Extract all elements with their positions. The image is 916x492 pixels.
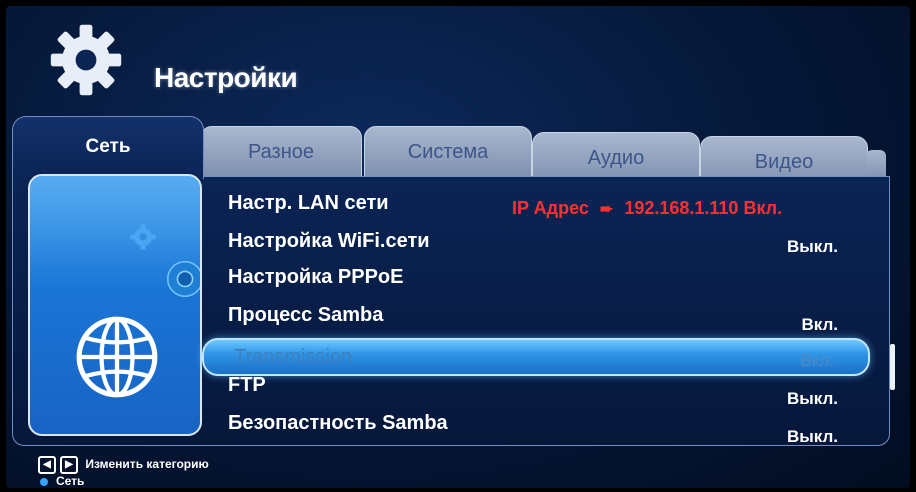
footer-current: Сеть xyxy=(40,474,84,488)
menu-item-label: FTP xyxy=(228,374,266,396)
globe-icon xyxy=(76,316,158,398)
menu-item-label: Настройка PPPoE xyxy=(228,266,404,288)
scrollbar[interactable] xyxy=(890,344,895,390)
menu-item-value: Выкл. xyxy=(786,427,838,446)
tab-network[interactable]: Сеть xyxy=(12,116,204,179)
footer-hint: ◀ ▶ Изменить категорию xyxy=(38,456,209,474)
tab-label: Видео xyxy=(754,151,814,173)
arrow-left-key-icon: ◀ xyxy=(38,456,56,474)
tab-misc[interactable]: Разное xyxy=(200,126,362,178)
footer-current-text: Сеть xyxy=(56,474,85,488)
tab-label: Разное xyxy=(247,141,315,163)
menu-item-value: Выкл. xyxy=(786,237,838,256)
menu-item-value: Вкл. xyxy=(801,315,838,334)
small-gear-icon xyxy=(130,224,156,250)
menu-item-label: Процесс Samba xyxy=(228,304,384,326)
menu-item-label: Transmission xyxy=(234,346,353,368)
tab-system[interactable]: Система xyxy=(364,126,532,178)
footer-hint-text: Изменить категорию xyxy=(85,457,209,472)
menu-item-ftp[interactable]: FTP Выкл. xyxy=(228,368,868,408)
gear-icon xyxy=(166,260,200,298)
menu-item-label: Безопастность Samba xyxy=(228,412,448,434)
menu-item-samba-process[interactable]: Процесс Samba Вкл. xyxy=(228,298,868,334)
menu-item-label: Настр. LAN сети xyxy=(228,192,389,214)
tab-label: Сеть xyxy=(85,136,131,157)
tab-label: Система xyxy=(407,141,489,163)
menu-item-wifi[interactable]: Настройка WiFi.сети Выкл. xyxy=(228,224,868,258)
menu-item-pppoe[interactable]: Настройка PPPoE xyxy=(228,260,868,294)
arrow-right-key-icon: ▶ xyxy=(60,456,78,474)
menu-item-lan[interactable]: Настр. LAN сети xyxy=(228,186,868,220)
menu-item-label: Настройка WiFi.сети xyxy=(228,230,430,252)
page-title: Настройки xyxy=(154,62,298,93)
menu-item-samba-security[interactable]: Безопастность Samba Выкл. xyxy=(228,406,868,446)
category-illustration xyxy=(28,174,202,436)
tab-label: Аудио xyxy=(587,147,645,169)
gear-icon xyxy=(50,24,122,96)
bullet-icon xyxy=(40,477,48,486)
